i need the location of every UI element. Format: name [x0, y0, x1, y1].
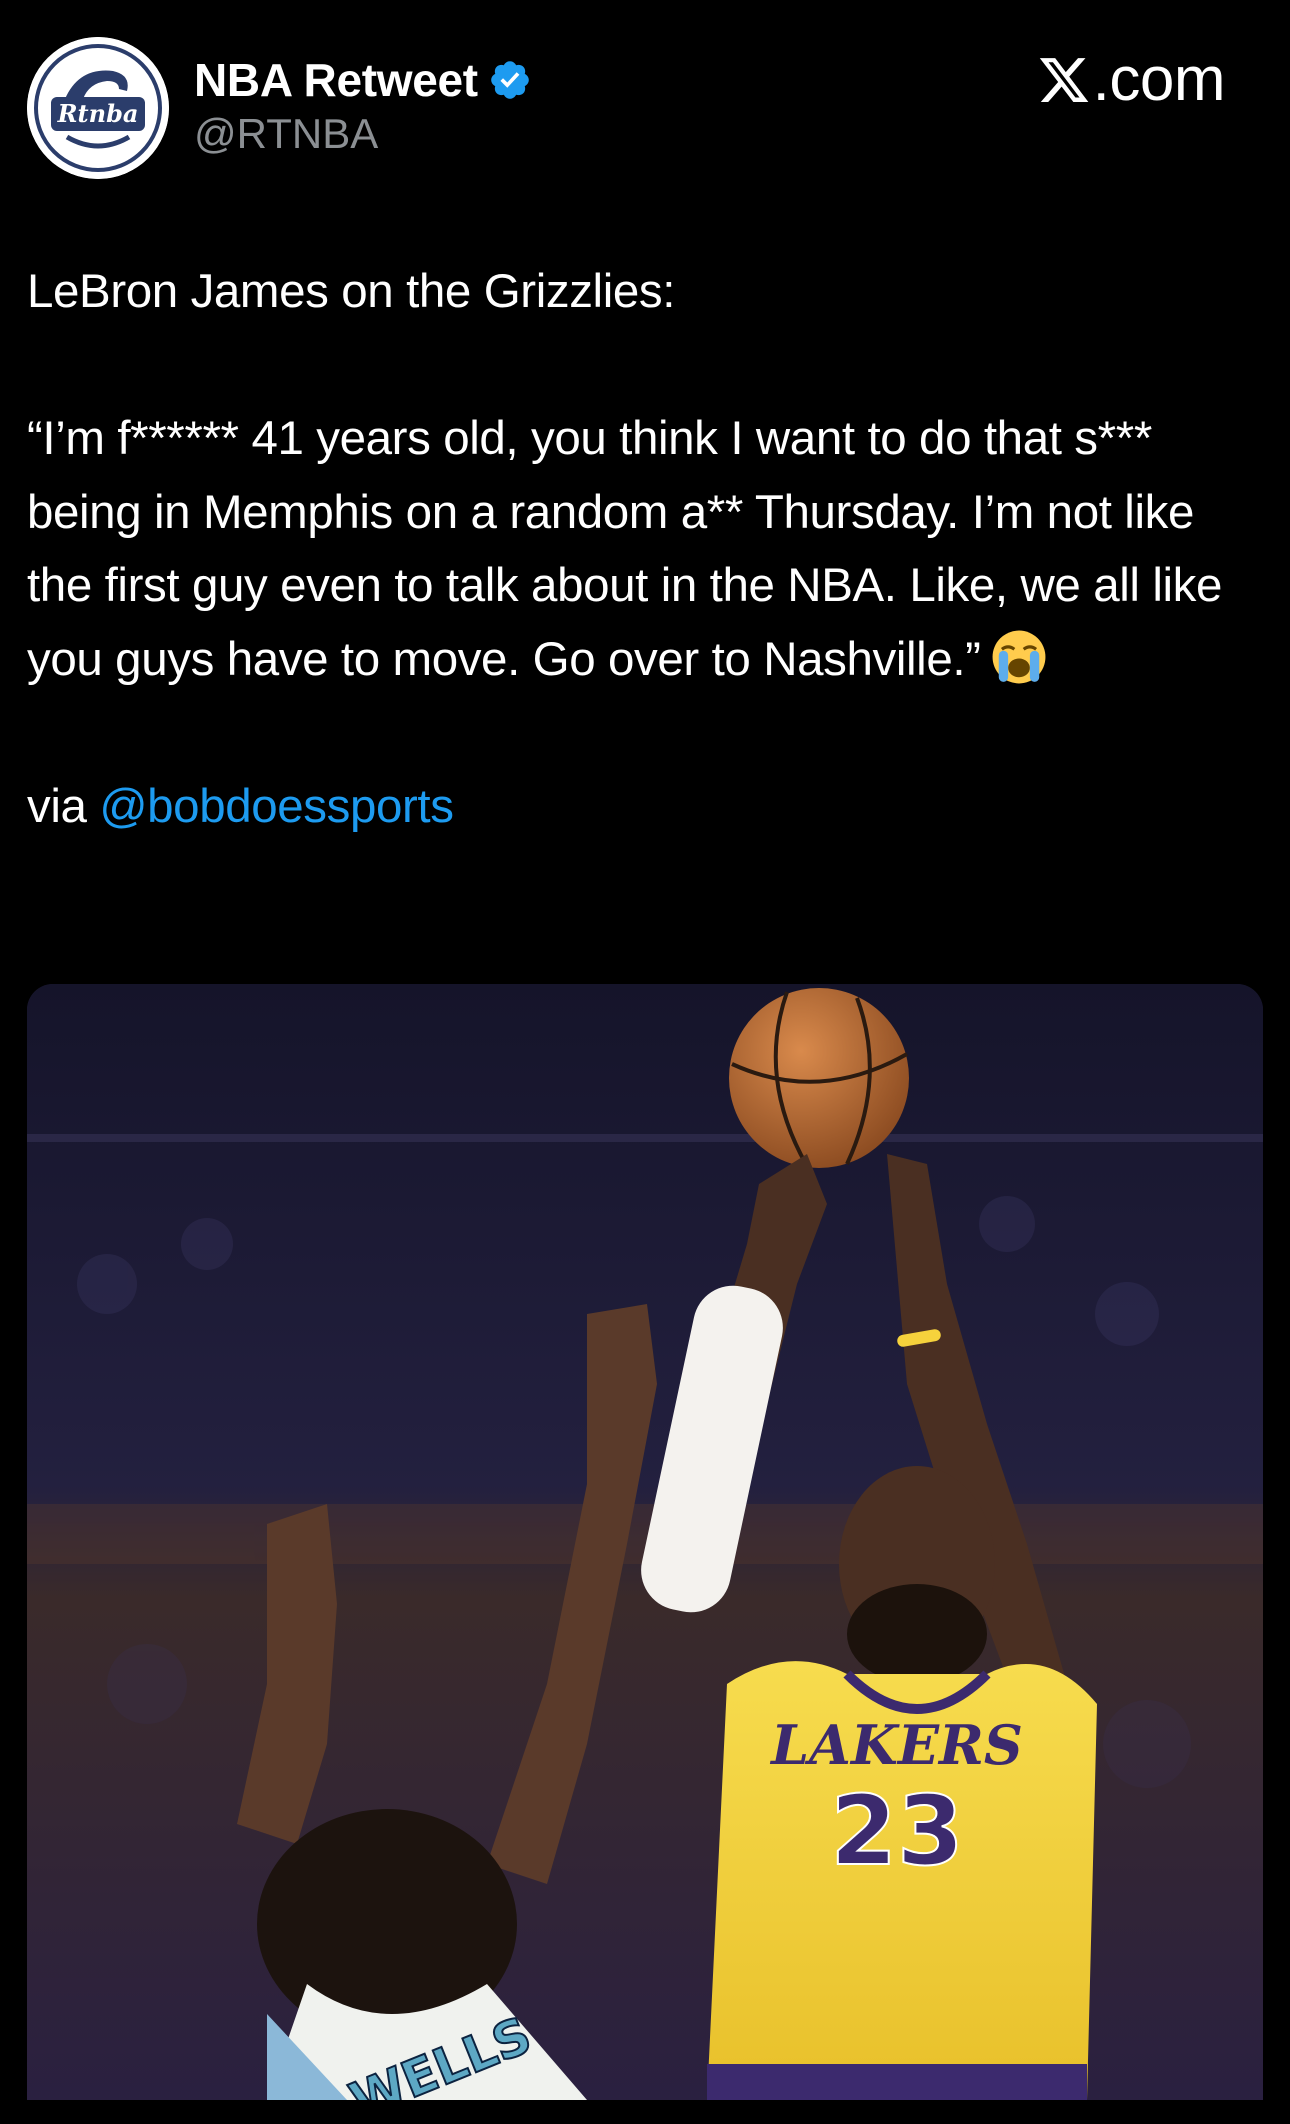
basketball — [729, 988, 909, 1168]
avatar-logo-text: Rtnba — [57, 99, 139, 128]
loudly-crying-face-icon — [992, 630, 1046, 683]
mention-link[interactable]: @bobdoessports — [99, 780, 454, 833]
display-name-row[interactable]: NBA Retweet — [194, 50, 532, 110]
jersey-team: LAKERS — [769, 1713, 1023, 1777]
account-handle[interactable]: @RTNBA — [194, 110, 378, 158]
verified-badge-icon — [491, 61, 529, 99]
via-label: via — [27, 779, 87, 833]
display-name[interactable]: NBA Retweet — [194, 53, 478, 107]
x-logo-icon — [1039, 57, 1088, 102]
tweet-quote-paragraph: “I’m f****** 41 years old, you think I w… — [27, 402, 1267, 696]
x-brand: .com — [1037, 44, 1226, 115]
tweet-media-image[interactable]: LAKERS 23 WELLS — [27, 984, 1263, 2100]
jersey-number: 23 — [830, 1775, 964, 1887]
brand-domain: .com — [1092, 45, 1226, 114]
tweet-intro: LeBron James on the Grizzlies: — [27, 265, 676, 318]
rtnba-logo-icon: Rtnba — [27, 37, 169, 179]
lakers-jersey: LAKERS 23 — [707, 1661, 1097, 2100]
tweet-text: LeBron James on the Grizzlies: “I’m f***… — [27, 255, 1267, 843]
tweet-header: Rtnba NBA Retweet @RTNBA .com — [0, 0, 1290, 200]
tweet-via: via @bobdoessports — [27, 770, 1267, 844]
basketball-photo: LAKERS 23 WELLS — [27, 984, 1263, 2100]
avatar[interactable]: Rtnba — [27, 37, 169, 179]
